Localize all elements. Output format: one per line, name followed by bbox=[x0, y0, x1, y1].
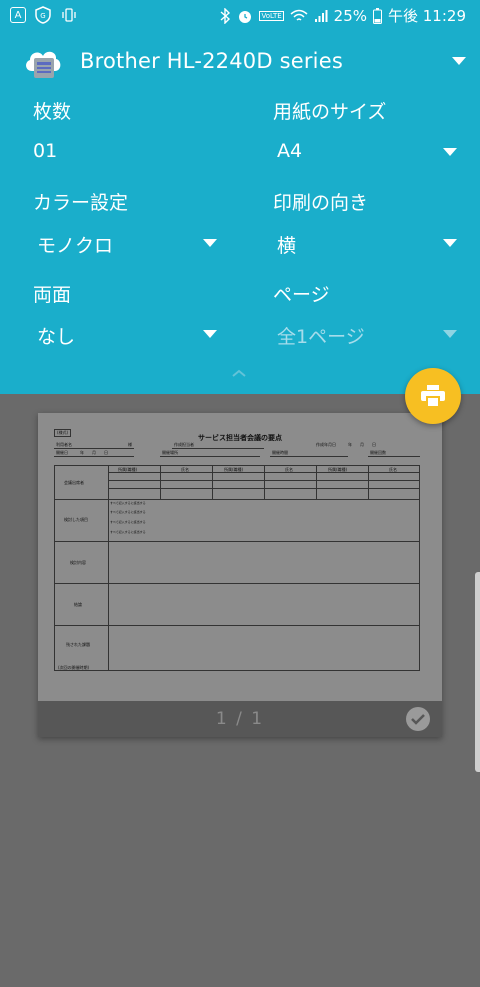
page-preview[interactable]: (様式) サービス担当者会議の要点 利用者名 様 作成担当者 作成年月日 年 月… bbox=[38, 413, 442, 737]
doc-table-line bbox=[54, 499, 420, 500]
doc-row-next: (次回の開催時期) bbox=[58, 665, 90, 670]
doc-table-line bbox=[108, 472, 420, 473]
doc-col-affiliation: 所属(職種) bbox=[118, 467, 138, 472]
doc-table-line bbox=[108, 465, 109, 671]
orientation-select[interactable]: 横 bbox=[277, 231, 296, 258]
collapse-chevron-icon[interactable] bbox=[231, 368, 247, 378]
doc-table-line bbox=[54, 541, 420, 542]
doc-row-remaining: 残された課題 bbox=[66, 642, 90, 647]
doc-row-items: 検討した項目 bbox=[64, 517, 88, 522]
bluetooth-icon bbox=[221, 7, 231, 24]
vibrate-icon bbox=[62, 8, 76, 22]
color-select[interactable]: モノクロ bbox=[37, 231, 113, 258]
doc-table-line bbox=[160, 465, 161, 499]
doc-rule bbox=[54, 456, 134, 457]
print-button[interactable] bbox=[405, 368, 461, 424]
pages-label: ページ bbox=[273, 284, 330, 306]
document-page: (様式) サービス担当者会議の要点 利用者名 様 作成担当者 作成年月日 年 月… bbox=[38, 413, 442, 701]
paper-size-select[interactable]: A4 bbox=[277, 140, 302, 162]
battery-percent: 25% bbox=[333, 6, 367, 25]
doc-col-name: 氏名 bbox=[285, 467, 293, 472]
page-counter: 1 / 1 bbox=[215, 709, 265, 729]
shield-icon: G bbox=[35, 6, 51, 24]
printer-dropdown-icon[interactable] bbox=[452, 57, 466, 65]
scrollbar[interactable] bbox=[475, 572, 480, 772]
doc-table-line bbox=[108, 480, 420, 481]
doc-rule bbox=[172, 448, 264, 449]
doc-item-line: すべて記入するに該当する bbox=[110, 510, 146, 514]
paper-size-dropdown-icon[interactable] bbox=[443, 148, 457, 156]
doc-tag: (様式) bbox=[54, 429, 72, 437]
doc-rule bbox=[368, 456, 420, 457]
alarm-icon bbox=[239, 10, 252, 23]
duplex-select[interactable]: なし bbox=[37, 322, 75, 349]
print-options-panel: Brother HL-2240D series 枚数 01 用紙のサイズ A4 … bbox=[0, 30, 480, 394]
volte-badge: VoLTE bbox=[259, 10, 284, 21]
doc-item-line: すべて記入するに該当する bbox=[110, 501, 146, 505]
doc-rule bbox=[54, 448, 134, 449]
color-label: カラー設定 bbox=[33, 192, 129, 214]
pages-select: 全1ページ bbox=[277, 326, 365, 348]
doc-rule bbox=[160, 456, 260, 457]
copies-input[interactable]: 01 bbox=[33, 140, 57, 162]
cloud-printer-icon bbox=[26, 51, 61, 78]
battery-icon bbox=[373, 7, 382, 24]
doc-row-content: 検討内容 bbox=[70, 560, 86, 565]
duplex-dropdown-icon[interactable] bbox=[203, 330, 217, 338]
paper-size-label: 用紙のサイズ bbox=[273, 101, 387, 123]
wifi-icon bbox=[290, 9, 308, 21]
orientation-dropdown-icon[interactable] bbox=[443, 239, 457, 247]
doc-meta-date: 作成年月日 年 月 日 bbox=[316, 442, 376, 447]
printer-name: Brother HL-2240D series bbox=[80, 49, 343, 73]
svg-text:G: G bbox=[40, 12, 45, 20]
doc-row-conclusion: 結論 bbox=[74, 602, 82, 607]
doc-title: サービス担当者会議の要点 bbox=[198, 434, 282, 442]
page-selected-check-icon[interactable] bbox=[406, 707, 430, 731]
doc-item-line: すべて記入するに該当する bbox=[110, 530, 146, 534]
doc-table-line bbox=[54, 583, 420, 584]
doc-table-line bbox=[368, 465, 369, 499]
copies-label: 枚数 bbox=[33, 101, 72, 123]
doc-table-line bbox=[108, 488, 420, 489]
doc-rule bbox=[270, 456, 348, 457]
printer-icon bbox=[421, 385, 445, 408]
doc-table-line bbox=[316, 465, 317, 499]
doc-col-name: 氏名 bbox=[181, 467, 189, 472]
app-a-icon: A bbox=[10, 7, 26, 23]
pages-dropdown-icon bbox=[443, 330, 457, 338]
signal-icon bbox=[314, 9, 328, 22]
doc-col-affiliation: 所属(職種) bbox=[224, 467, 244, 472]
doc-col-name: 氏名 bbox=[389, 467, 397, 472]
clock: 午後 11:29 bbox=[388, 7, 466, 25]
duplex-label: 両面 bbox=[33, 284, 72, 306]
doc-table-line bbox=[264, 465, 265, 499]
doc-col-affiliation: 所属(職種) bbox=[328, 467, 348, 472]
doc-table-line bbox=[212, 465, 213, 499]
doc-row-attendees: 会議出席者 bbox=[64, 480, 84, 485]
orientation-label: 印刷の向き bbox=[273, 192, 369, 214]
preview-footer: 1 / 1 bbox=[38, 701, 442, 737]
doc-table-line bbox=[54, 625, 420, 626]
printer-selector[interactable]: Brother HL-2240D series bbox=[0, 44, 480, 84]
doc-item-line: すべて記入するに該当する bbox=[110, 520, 146, 524]
status-bar: A G VoLTE 25% 午後 11:29 bbox=[0, 0, 480, 30]
color-dropdown-icon[interactable] bbox=[203, 239, 217, 247]
